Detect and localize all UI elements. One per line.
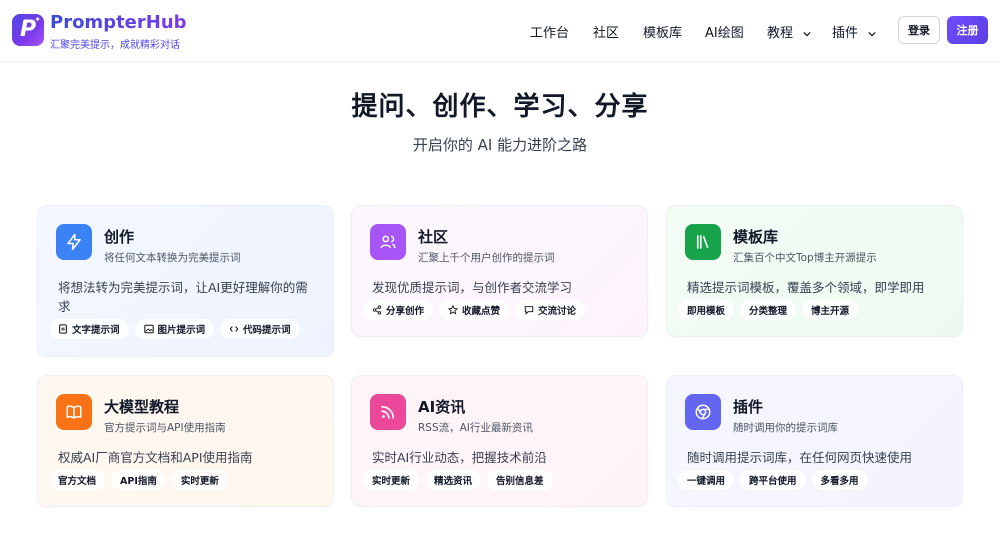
tag-curated-news[interactable]: 精选资讯 bbox=[425, 470, 482, 490]
tag-official-docs[interactable]: 官方文档 bbox=[49, 470, 106, 490]
page-subtitle: 开启你的 AI 能力进阶之路 bbox=[412, 136, 588, 154]
card-subtitle: 随时调用你的提示词库 bbox=[733, 422, 838, 434]
card-tags: 官方文档 API指南 实时更新 bbox=[49, 470, 228, 490]
tag-discuss[interactable]: 交流讨论 bbox=[515, 300, 586, 320]
library-icon bbox=[685, 224, 721, 260]
tag-realtime-news[interactable]: 实时更新 bbox=[363, 470, 420, 490]
brand-name[interactable]: PrompterHub bbox=[50, 12, 187, 33]
card-create[interactable]: 创作 将任何文本转换为完美提示词 将想法转为完美提示词，让AI更好理解你的需求 … bbox=[37, 205, 334, 357]
tag-cross-platform[interactable]: 跨平台使用 bbox=[740, 470, 806, 490]
sparkle-icon: ✦ bbox=[34, 15, 41, 24]
tag-realtime-update[interactable]: 实时更新 bbox=[171, 470, 228, 490]
tag-text-prompt[interactable]: 文字提示词 bbox=[49, 319, 129, 339]
card-tags: 一键调用 跨平台使用 多看多用 bbox=[678, 470, 868, 490]
card-description: 随时调用提示词库，在任何网页快速使用 bbox=[687, 450, 913, 465]
card-subtitle: 汇聚上千个用户创作的提示词 bbox=[418, 252, 555, 264]
tag-no-info-gap[interactable]: 告别信息差 bbox=[487, 470, 553, 490]
card-community[interactable]: 社区 汇聚上千个用户创作的提示词 发现优质提示词，与创作者交流学习 分享创作 收… bbox=[351, 205, 648, 337]
rss-icon bbox=[370, 394, 406, 430]
share-icon bbox=[372, 305, 382, 315]
card-description: 将想法转为完美提示词，让AI更好理解你的需求 bbox=[58, 280, 308, 314]
brand-logo[interactable]: P ✦ bbox=[12, 14, 44, 46]
card-news[interactable]: AI资讯 RSS流，AI行业最新资讯 实时AI行业动态，把握技术前沿 实时更新 … bbox=[351, 375, 648, 507]
image-icon bbox=[143, 324, 154, 334]
chevron-down-icon bbox=[868, 31, 876, 36]
tag-image-prompt[interactable]: 图片提示词 bbox=[134, 319, 215, 339]
nav-item-community[interactable]: 社区 bbox=[593, 22, 619, 41]
tag-api-guide[interactable]: API指南 bbox=[111, 470, 166, 490]
nav-item-workbench[interactable]: 工作台 bbox=[530, 22, 569, 41]
card-tags: 文字提示词 图片提示词 代码提示词 bbox=[49, 319, 300, 339]
nav-item-templates[interactable]: 模板库 bbox=[643, 22, 682, 41]
card-title: 创作 bbox=[104, 228, 135, 246]
nav-item-tutorials[interactable]: 教程 bbox=[767, 22, 811, 41]
card-subtitle: 汇集百个中文Top博主开源提示 bbox=[733, 252, 877, 264]
card-tutorial[interactable]: 大模型教程 官方提示词与API使用指南 权威AI厂商官方文档和API使用指南 官… bbox=[37, 375, 334, 507]
card-subtitle: 将任何文本转换为完美提示词 bbox=[104, 252, 241, 264]
signup-button[interactable]: 注册 bbox=[947, 16, 988, 44]
chat-icon bbox=[524, 306, 534, 315]
chevron-down-icon bbox=[803, 31, 811, 36]
card-tags: 分享创作 收藏点赞 交流讨论 bbox=[363, 300, 586, 320]
card-title: 大模型教程 bbox=[104, 398, 180, 416]
card-subtitle: RSS流，AI行业最新资讯 bbox=[418, 422, 533, 434]
tag-share[interactable]: 分享创作 bbox=[363, 300, 434, 320]
users-icon bbox=[370, 224, 406, 260]
card-title: 模板库 bbox=[733, 228, 779, 246]
card-description: 精选提示词模板，覆盖多个领域，即学即用 bbox=[687, 280, 925, 295]
nav-item-ai-drawing[interactable]: AI绘图 bbox=[705, 22, 744, 41]
tag-open-source[interactable]: 博主开源 bbox=[802, 300, 859, 320]
brand-tagline: 汇聚完美提示，成就精彩对话 bbox=[50, 40, 180, 51]
tag-code-prompt[interactable]: 代码提示词 bbox=[220, 319, 300, 339]
star-icon bbox=[448, 305, 459, 315]
card-templates[interactable]: 模板库 汇集百个中文Top博主开源提示 精选提示词模板，覆盖多个领域，即学即用 … bbox=[666, 205, 963, 337]
lightning-icon bbox=[56, 224, 92, 260]
card-tags: 即用模板 分类整理 博主开源 bbox=[678, 300, 859, 320]
card-title: 插件 bbox=[733, 398, 764, 416]
card-title: 社区 bbox=[418, 228, 449, 246]
card-description: 实时AI行业动态，把握技术前沿 bbox=[372, 450, 547, 465]
card-tags: 实时更新 精选资讯 告别信息差 bbox=[363, 470, 553, 490]
card-description: 发现优质提示词，与创作者交流学习 bbox=[372, 280, 573, 295]
card-subtitle: 官方提示词与API使用指南 bbox=[104, 422, 226, 434]
page-title: 提问、创作、学习、分享 bbox=[351, 92, 649, 122]
card-plugin[interactable]: 插件 随时调用你的提示词库 随时调用提示词库，在任何网页快速使用 一键调用 跨平… bbox=[666, 375, 963, 507]
tag-see-more[interactable]: 多看多用 bbox=[811, 470, 868, 490]
login-button[interactable]: 登录 bbox=[898, 16, 940, 44]
nav-item-plugins[interactable]: 插件 bbox=[832, 22, 876, 41]
tag-ready-template[interactable]: 即用模板 bbox=[678, 300, 735, 320]
code-icon bbox=[229, 326, 239, 332]
card-title: AI资讯 bbox=[418, 398, 466, 416]
tag-categorized[interactable]: 分类整理 bbox=[740, 300, 797, 320]
document-icon bbox=[59, 324, 67, 334]
card-description: 权威AI厂商官方文档和API使用指南 bbox=[58, 450, 253, 465]
top-header: P ✦ PrompterHub 汇聚完美提示，成就精彩对话 工作台 社区 模板库… bbox=[0, 0, 1000, 62]
chrome-icon bbox=[685, 394, 721, 430]
book-icon bbox=[56, 394, 92, 430]
tag-favorite[interactable]: 收藏点赞 bbox=[439, 300, 510, 320]
tag-one-click[interactable]: 一键调用 bbox=[678, 470, 735, 490]
